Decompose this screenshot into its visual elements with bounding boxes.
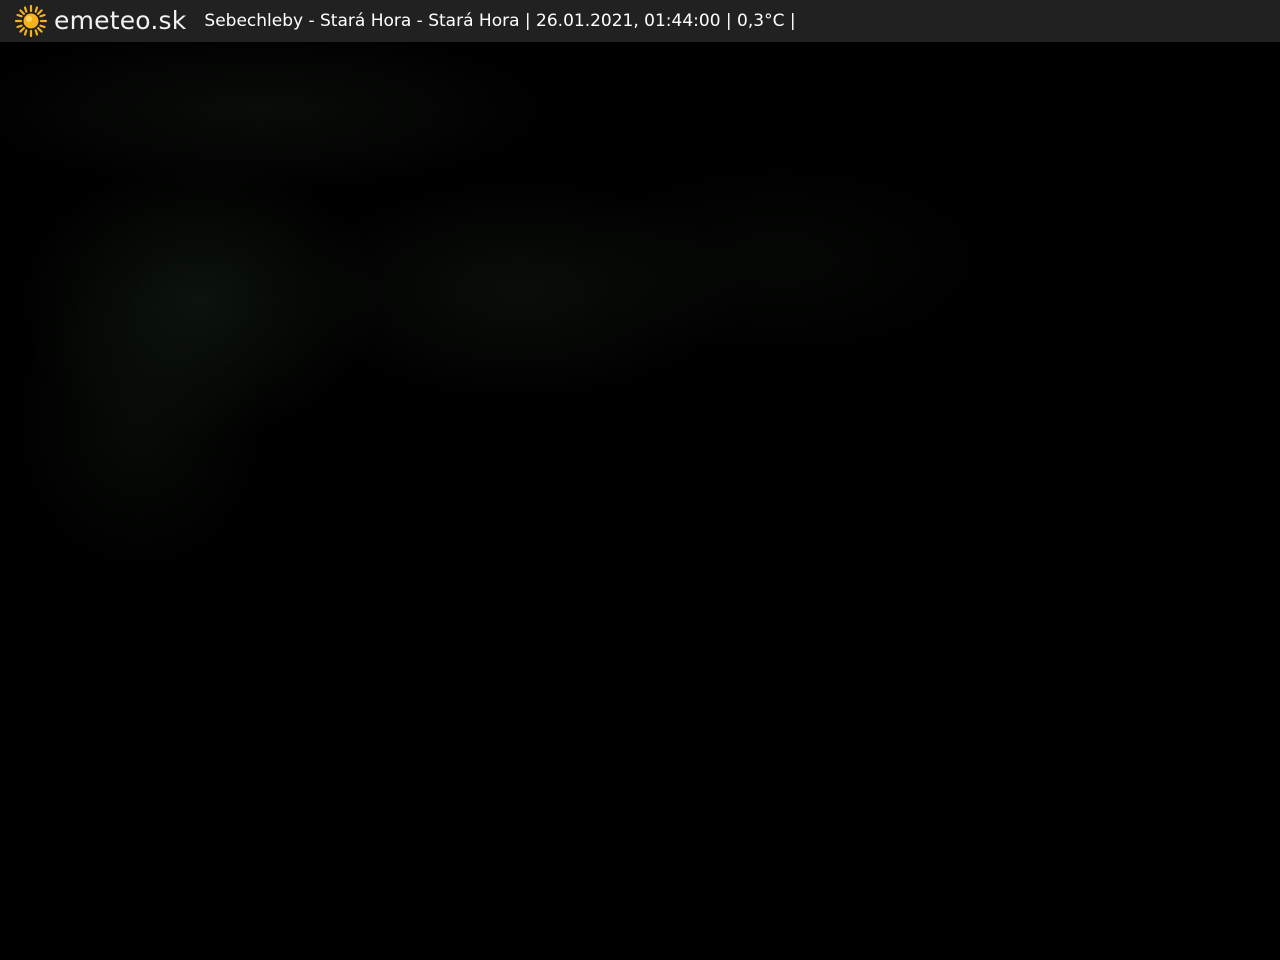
sun-icon [14, 4, 48, 38]
info-bar: emeteo.sk Sebechleby - Stará Hora - Star… [0, 0, 1280, 42]
logo[interactable]: emeteo.sk [14, 0, 186, 42]
webcam-image [0, 0, 1280, 960]
brand-name: emeteo.sk [54, 6, 187, 35]
webcam-frame: emeteo.sk Sebechleby - Stará Hora - Star… [0, 0, 1280, 960]
webcam-caption: Sebechleby - Stará Hora - Stará Hora | 2… [204, 11, 796, 31]
